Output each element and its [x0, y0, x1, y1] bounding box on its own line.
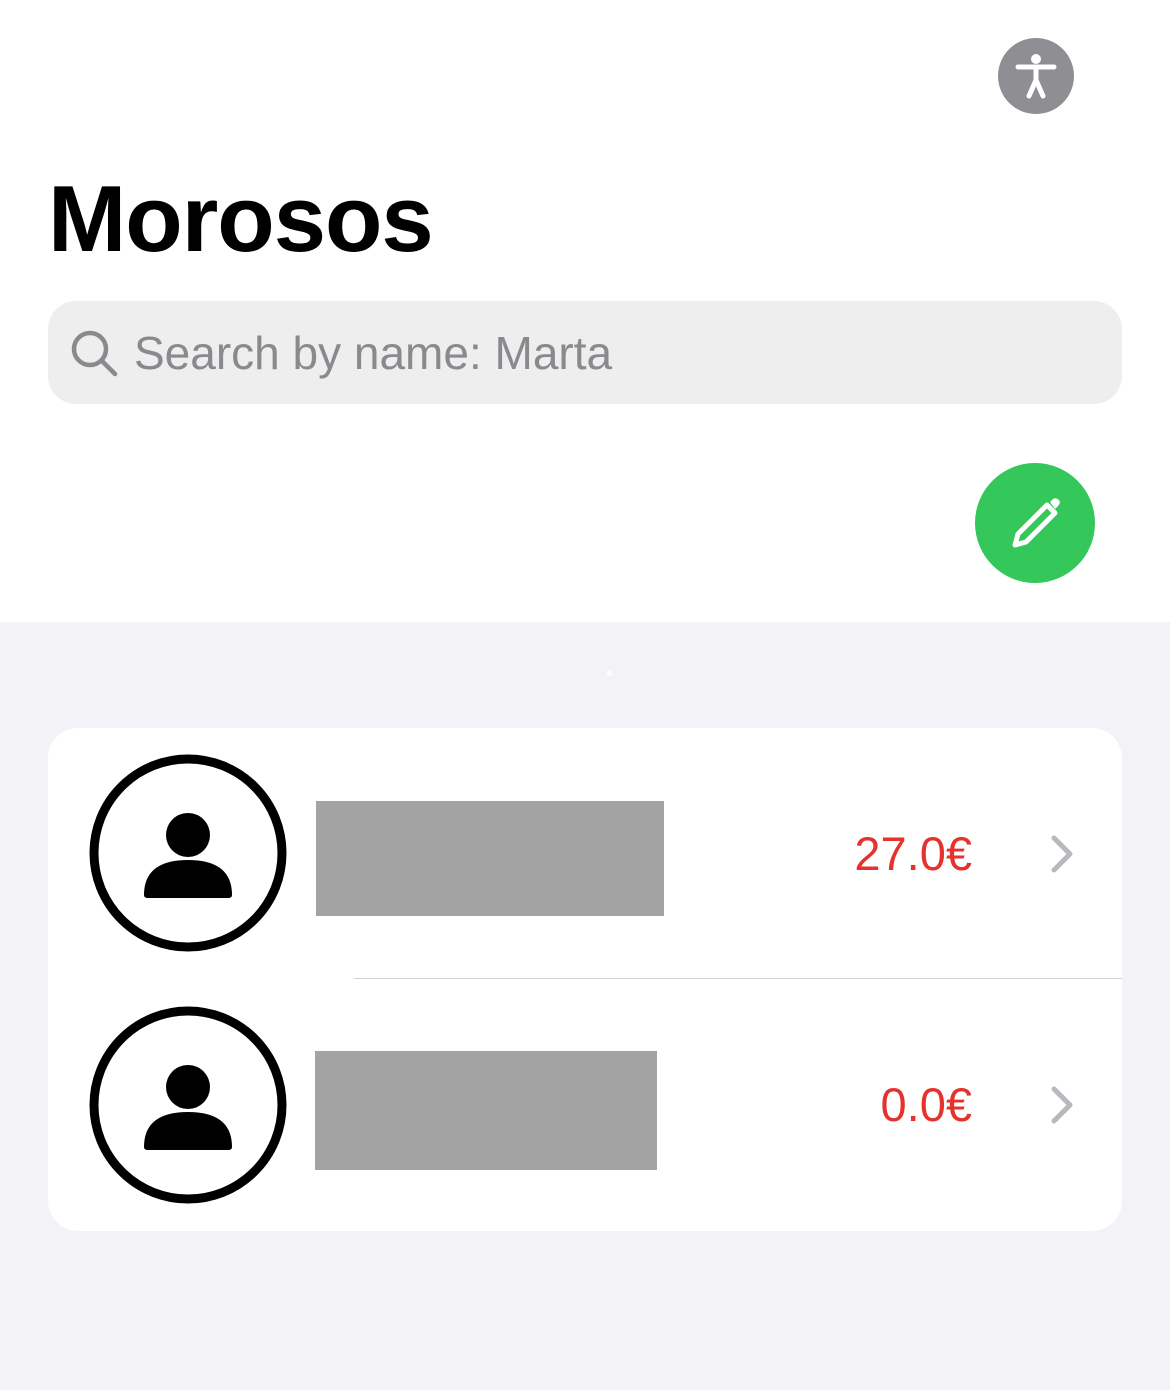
chevron-right-icon [1051, 1086, 1073, 1124]
pencil-icon [1012, 498, 1060, 548]
person-circle-icon [89, 1006, 287, 1204]
debt-amount: 0.0€ [880, 1078, 972, 1131]
list-item[interactable]: 27.0€ [48, 728, 1122, 979]
page-title: Morosos [48, 166, 434, 271]
debtor-name [316, 801, 664, 916]
chevron-right-icon [1051, 835, 1073, 873]
debtors-list: 27.0€ 0.0€ [48, 728, 1122, 1231]
list-item[interactable]: 0.0€ [48, 979, 1122, 1230]
search-icon [68, 327, 120, 379]
search-input[interactable] [134, 325, 1034, 380]
search-bar[interactable] [48, 301, 1122, 404]
accessibility-button[interactable] [998, 38, 1074, 114]
debtor-name [315, 1051, 657, 1170]
header: Morosos [0, 0, 1170, 622]
debt-amount: 27.0€ [854, 827, 972, 880]
accessibility-icon [1015, 54, 1057, 99]
page-indicator-dot [607, 671, 612, 676]
app-screen: Morosos 27.0€ [0, 0, 1170, 1390]
edit-button[interactable] [975, 463, 1095, 583]
person-circle-icon [89, 754, 287, 952]
